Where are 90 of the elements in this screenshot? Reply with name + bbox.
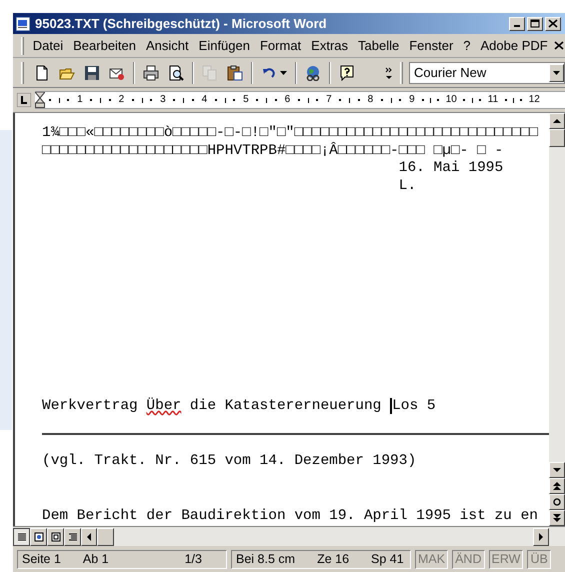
ruler-number: 4 (202, 95, 208, 105)
menu-item[interactable]: Format (254, 36, 306, 56)
scroll-down-button[interactable] (549, 462, 565, 478)
scroll-left-button[interactable] (81, 528, 97, 546)
menu-item[interactable]: Datei (28, 36, 68, 56)
minimize-button[interactable] (509, 16, 525, 30)
menu-item[interactable]: Einfügen (194, 36, 255, 56)
grip-handle[interactable] (400, 62, 404, 84)
ruler-number: 1 (77, 95, 83, 105)
status-indicator: ÄND (452, 550, 484, 568)
new-document-icon (34, 64, 50, 80)
indent-marker-icon (35, 92, 45, 108)
web-view-button[interactable] (30, 528, 47, 546)
double-arrow-up-icon (553, 482, 561, 490)
document-line: L. (398, 178, 418, 195)
web-page-icon (34, 532, 44, 542)
page-icon (50, 532, 60, 542)
ruler-number: 6 (284, 95, 290, 105)
printer-icon (142, 64, 159, 80)
ruler-number: 5 (243, 95, 249, 105)
chevron-icon (384, 66, 393, 78)
ruler-number: 12 (528, 95, 540, 105)
maximize-button[interactable] (527, 16, 543, 30)
caret-icon (280, 70, 287, 74)
scroll-thumb[interactable] (549, 129, 565, 147)
arrow-right-icon (537, 532, 545, 540)
clipboard-icon (226, 64, 243, 80)
scroll-thumb[interactable] (97, 528, 114, 546)
next-page-button[interactable] (549, 510, 565, 526)
tab-stop-icon (17, 93, 31, 107)
ruler-number: 7 (326, 95, 332, 105)
close-button[interactable] (545, 16, 561, 30)
document-icon (15, 16, 31, 32)
circle-icon (553, 498, 561, 506)
status-text: Sp 41 (371, 550, 404, 568)
ruler[interactable]: 1 2 3 4 5 6 7 8 9 10 11 12 (35, 91, 565, 109)
ruler-number: 9 (409, 95, 415, 105)
close-icon (554, 41, 564, 50)
vertical-scrollbar[interactable] (549, 113, 565, 526)
status-indicator: ÜB (527, 550, 551, 568)
previous-page-button[interactable] (549, 478, 565, 494)
print-view-button[interactable] (47, 528, 64, 546)
outline-view-button[interactable] (64, 528, 81, 546)
status-text: Ab 1 (82, 550, 109, 568)
status-text: Ze 16 (317, 550, 350, 568)
arrow-up-icon (553, 117, 561, 125)
grip-handle[interactable] (21, 62, 24, 84)
arrow-down-icon (553, 466, 561, 474)
ruler-number: 11 (488, 95, 498, 105)
document-line: Dem Bericht der Baudirektion vom 19. April 1995 ist zu en (41, 508, 539, 526)
document-line: 16. Mai 1995 (398, 160, 504, 178)
menu-item[interactable]: Bearbeiten (68, 36, 142, 56)
normal-view-button[interactable] (13, 528, 30, 546)
caret-icon (553, 70, 560, 74)
document-line: Werkvertrag Über die Katastererneuerung Los 5 (41, 398, 437, 416)
scroll-up-button[interactable] (549, 113, 565, 129)
print-preview-icon (168, 64, 184, 80)
status-text: 1/3 (184, 550, 203, 568)
document-line: (vgl. Trakt. Nr. 615 vom 14. Dezember 1993) (41, 452, 418, 470)
double-arrow-down-icon (553, 514, 561, 522)
menu-item[interactable]: Fenster (404, 36, 458, 56)
menu-item[interactable]: Tabelle (353, 36, 404, 56)
font-box[interactable]: Courier New (409, 62, 565, 84)
help-icon (338, 64, 355, 80)
window-title: 95023.TXT (Schreibgeschützt) - Microsoft Word (35, 14, 327, 33)
horizontal-scrollbar[interactable] (13, 526, 565, 546)
document-line: □□□□□□□□□□□□□□□□□□□HPHVTRPB#□□□□¡Â□□□□□□-□□□ □µ□- □ - (41, 142, 504, 160)
arrow-left-icon (85, 532, 93, 540)
ruler-number: 10 (446, 95, 457, 105)
menu-item[interactable]: Ansicht (141, 36, 194, 56)
menu-item[interactable]: Extras (306, 36, 353, 56)
close-icon (548, 19, 558, 28)
maximize-icon (530, 19, 540, 28)
status-text: Seite 1 (22, 550, 61, 568)
grip-handle[interactable] (21, 36, 24, 54)
copy-icon (202, 64, 218, 80)
globe-icon (304, 64, 321, 80)
outline-icon (68, 532, 78, 542)
menu-item[interactable]: ? (458, 36, 476, 56)
document-line: 1¾□□□«□□□□□□□□ò□□□□□-□-□!□"□"□□□□□□□□□□□□□□□□□□□□□□□□□□□□ (41, 125, 539, 142)
scroll-right-button[interactable] (533, 528, 549, 546)
status-indicator: ERW (488, 550, 524, 568)
lines-icon (16, 532, 26, 542)
ruler-number: 8 (368, 95, 374, 105)
browse-object-button[interactable] (549, 494, 565, 510)
status-indicator: MAK (415, 550, 448, 568)
ruler-number: 2 (118, 95, 124, 105)
menu-item[interactable]: Adobe PDF (476, 36, 553, 56)
status-text: Bei 8.5 cm (236, 550, 296, 568)
ruler-number: 3 (160, 95, 166, 105)
